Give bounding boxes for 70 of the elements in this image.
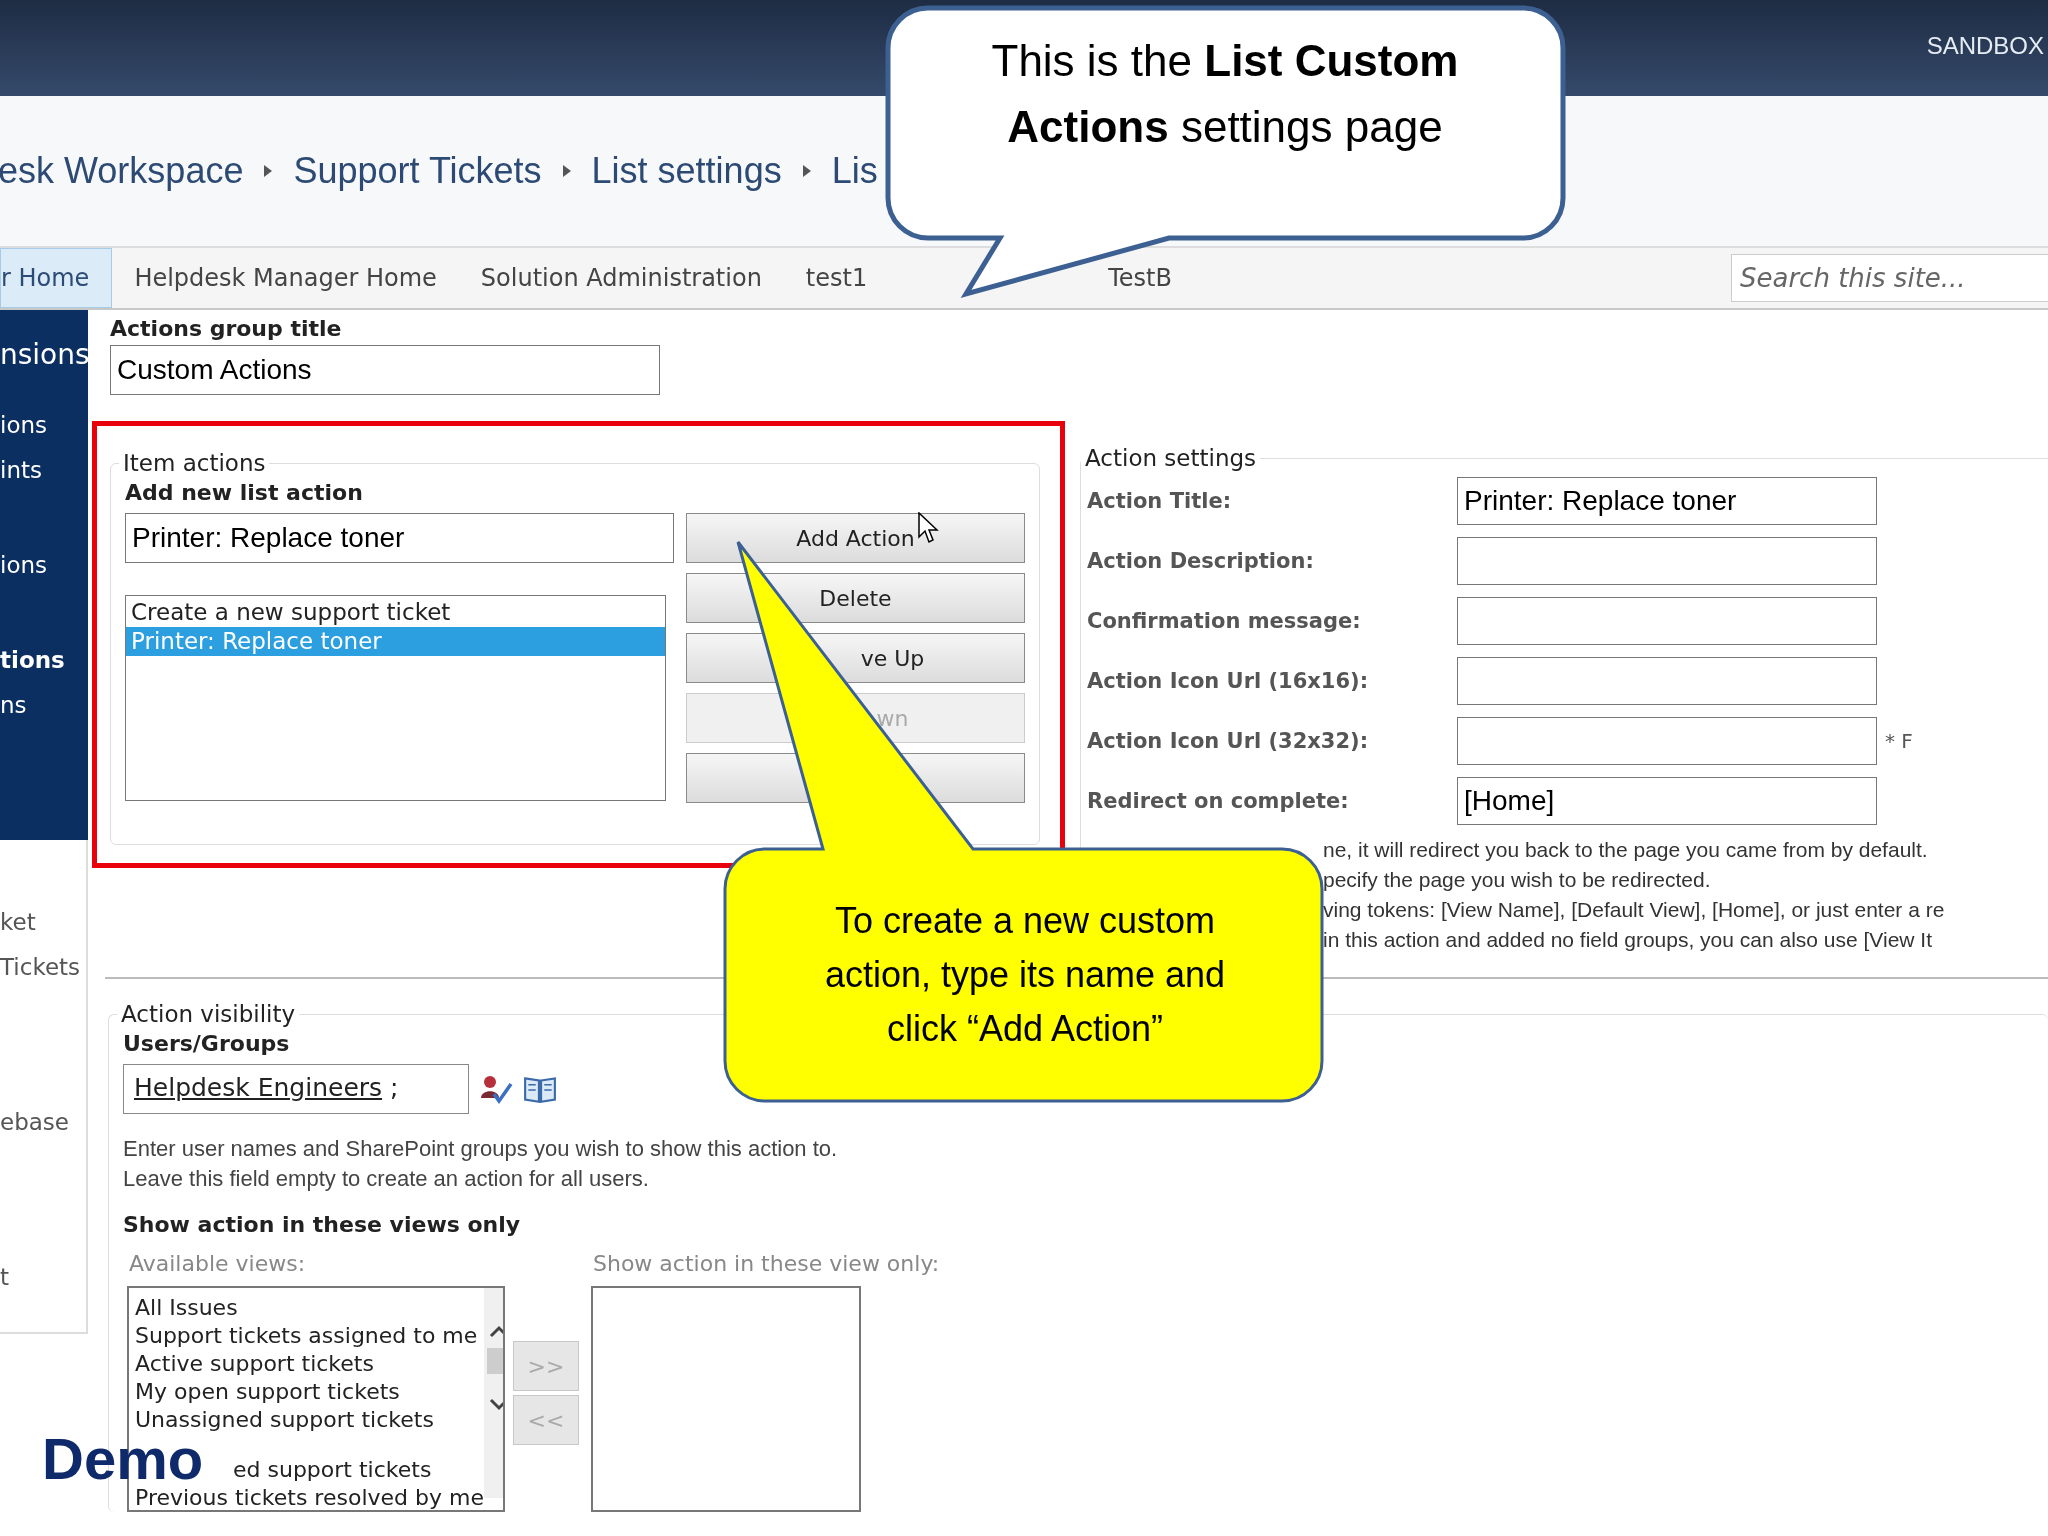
- field-label: Actions group title: [110, 316, 343, 341]
- field-label: Action Icon Url (32x32):: [1087, 729, 1370, 753]
- field-label: Users/Groups: [123, 1031, 291, 1056]
- sidebar-item[interactable]: ints: [0, 448, 88, 493]
- nav-tab[interactable]: TestB: [1104, 261, 1176, 295]
- help-text: in this action and added no field groups, you can also use [View It: [1323, 927, 1933, 953]
- field-label: Show action in these views only: [123, 1212, 522, 1237]
- field-note: * F: [1885, 729, 1913, 753]
- search-field[interactable]: Search this site...: [1731, 254, 2048, 302]
- mouse-pointer-icon: [918, 512, 940, 544]
- breadcrumb-link[interactable]: esk Workspace: [0, 150, 244, 192]
- input-field[interactable]: Printer: Replace toner: [1457, 477, 1877, 525]
- sidebar-item[interactable]: nsions: [0, 332, 88, 377]
- list-item[interactable]: Create a new support ticket: [126, 598, 665, 627]
- people-field[interactable]: Helpdesk Engineers ;: [123, 1064, 469, 1114]
- list-item[interactable]: ed support tickets: [233, 1456, 484, 1484]
- list-item[interactable]: All Issues: [135, 1294, 484, 1322]
- sidebar-item[interactable]: tions: [0, 638, 88, 683]
- sidebar-item[interactable]: ebase: [0, 1100, 86, 1145]
- field-label: Action Description:: [1087, 549, 1315, 573]
- sidebar-item[interactable]: ions: [0, 543, 88, 588]
- input-field[interactable]: [1457, 657, 1877, 705]
- list-item[interactable]: Active support tickets: [135, 1350, 484, 1378]
- help-text: ving tokens: [View Name], [Default View], [Home], or just enter a re: [1323, 897, 1946, 923]
- sidebar-item[interactable]: ions: [0, 403, 88, 448]
- field-label: Redirect on complete:: [1087, 789, 1350, 813]
- help-text: ne, it will redirect you back to the page you came from by default.: [1323, 837, 1929, 863]
- input-field[interactable]: Custom Actions: [110, 345, 660, 395]
- input-field[interactable]: [Home]: [1457, 777, 1877, 825]
- list-item[interactable]: Unassigned support tickets: [135, 1406, 484, 1434]
- input-field[interactable]: [1457, 537, 1877, 585]
- sidebar-item[interactable]: t: [0, 1255, 86, 1300]
- field-label: Available views:: [129, 1251, 307, 1276]
- nav-tab[interactable]: r Home: [0, 248, 113, 308]
- help-text: Leave this field empty to create an action for all users.: [123, 1165, 650, 1193]
- callout-text: This is the List Custom Actions settings page: [990, 35, 1460, 153]
- action-button[interactable]: Delete: [686, 573, 1025, 623]
- breadcrumb-arrow-icon: [801, 164, 812, 178]
- section-title: Action visibility: [120, 1001, 297, 1027]
- address-book-icon[interactable]: [523, 1074, 557, 1104]
- callout-text: To create a new custom action, type its name and click “Add Action”: [823, 899, 1227, 1051]
- field-label: Action Title:: [1087, 489, 1233, 513]
- field-label: Show action in these view only:: [593, 1251, 940, 1276]
- section-title: Action settings: [1084, 445, 1258, 471]
- input-field[interactable]: Printer: Replace toner: [125, 513, 674, 563]
- breadcrumb-arrow-icon: [561, 164, 572, 178]
- field-label: Action Icon Url (16x16):: [1087, 669, 1370, 693]
- breadcrumb-arrow-icon: [263, 164, 274, 178]
- section-title: Item actions: [122, 450, 267, 476]
- sidebar-item[interactable]: ns: [0, 683, 88, 728]
- help-text: Enter user names and SharePoint groups you wish to show this action to.: [123, 1135, 839, 1163]
- field-label: Confirmation message:: [1087, 609, 1362, 633]
- field-label: Add new list action: [125, 480, 364, 505]
- nav-tab[interactable]: Helpdesk Manager Home: [112, 248, 459, 308]
- breadcrumb-link[interactable]: Lis: [831, 150, 878, 192]
- nav-tab[interactable]: test1: [783, 248, 890, 308]
- breadcrumb-link[interactable]: List settings: [591, 150, 782, 192]
- list-item[interactable]: Previous tickets resolved by me: [135, 1484, 484, 1510]
- input-field[interactable]: [1457, 597, 1877, 645]
- help-text: pecify the page you wish to be redirected.: [1323, 867, 1712, 893]
- action-button[interactable]: Add Action: [686, 513, 1025, 563]
- list-item[interactable]: Support tickets assigned to me: [135, 1322, 484, 1350]
- sidebar-item[interactable]: Tickets: [0, 945, 86, 990]
- sidebar-item[interactable]: ket: [0, 900, 86, 945]
- breadcrumb-link[interactable]: Support Tickets: [293, 150, 542, 192]
- site-label: SANDBOX: [1926, 32, 2045, 60]
- nav-tab[interactable]: Solution Administration: [458, 248, 784, 308]
- list-item[interactable]: My open support tickets: [135, 1378, 484, 1406]
- check-names-icon[interactable]: [479, 1074, 513, 1104]
- input-field[interactable]: [1457, 717, 1877, 765]
